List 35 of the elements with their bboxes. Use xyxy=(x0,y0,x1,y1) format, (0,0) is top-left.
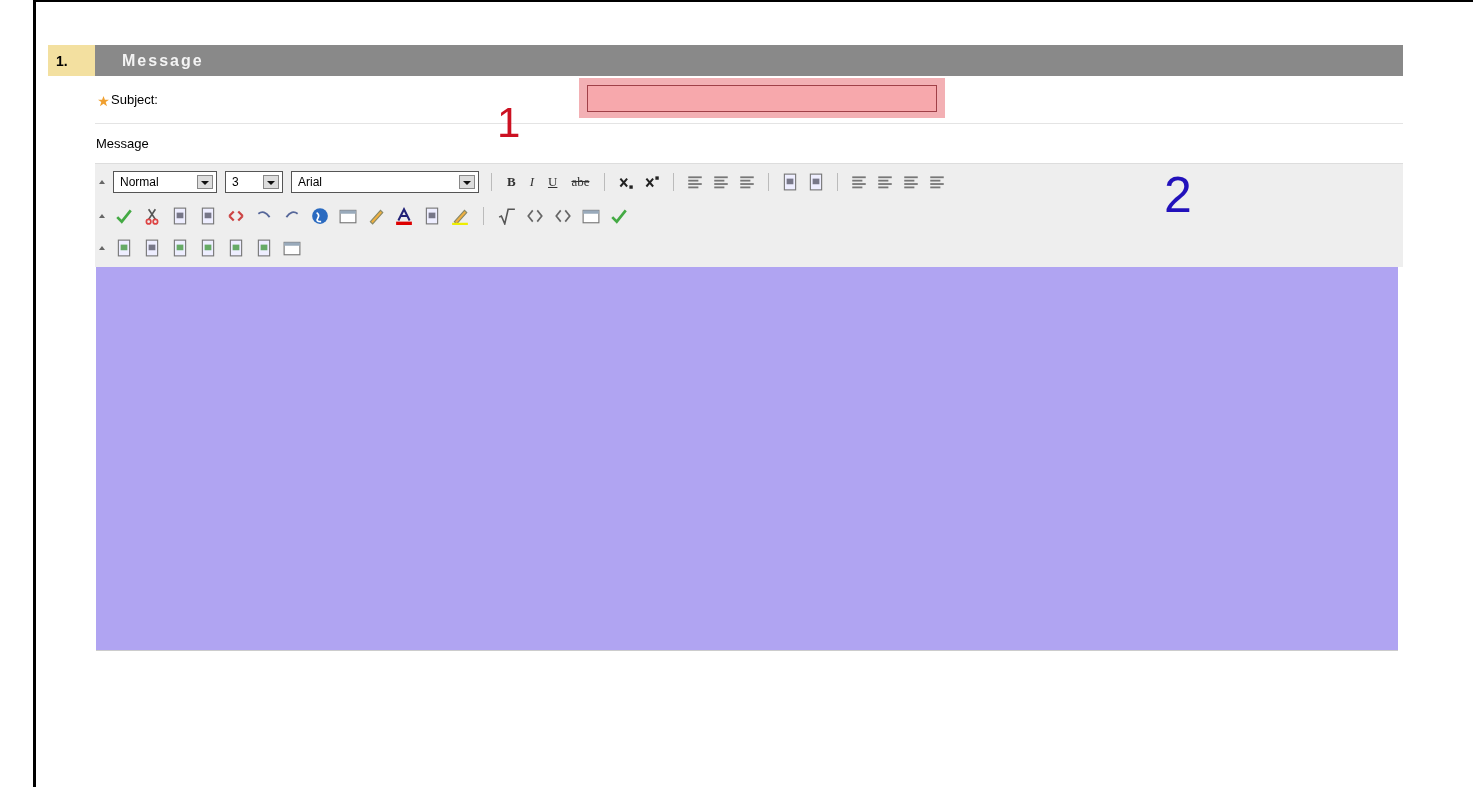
annotation-number: 1 xyxy=(497,102,521,144)
file-icon[interactable] xyxy=(255,239,273,257)
spellcheck-icon[interactable] xyxy=(115,207,133,225)
format-button[interactable]: I xyxy=(526,174,537,190)
section-title: Message xyxy=(95,45,1403,76)
file-icon[interactable] xyxy=(171,239,189,257)
square-root-icon[interactable] xyxy=(498,207,516,225)
subject-field[interactable] xyxy=(579,78,945,118)
globe-icon[interactable] xyxy=(311,207,329,225)
align-left-icon[interactable] xyxy=(686,173,705,191)
check-icon[interactable] xyxy=(610,207,628,225)
font-dropdown[interactable]: Arial xyxy=(291,171,479,193)
collapse-icon[interactable] xyxy=(99,214,105,218)
file-icon[interactable] xyxy=(115,239,133,257)
format-dropdown[interactable]: Normal xyxy=(113,171,217,193)
pencil-icon[interactable] xyxy=(367,207,385,225)
code-icon[interactable] xyxy=(554,207,572,225)
file-icon[interactable] xyxy=(199,239,217,257)
subject-label: Subject: xyxy=(111,92,158,107)
collapse-icon[interactable] xyxy=(99,246,105,250)
format-button[interactable]: B xyxy=(504,174,519,190)
annotation-number: 2 xyxy=(1164,170,1192,220)
highlighter-icon[interactable] xyxy=(451,207,469,225)
format-button[interactable]: U xyxy=(545,174,561,190)
align-right-icon[interactable] xyxy=(738,173,757,191)
section-number: 1. xyxy=(48,45,95,76)
window-icon[interactable] xyxy=(582,207,600,225)
font-color-icon[interactable] xyxy=(395,207,413,225)
format-button[interactable]: abe xyxy=(568,174,593,190)
size-dropdown[interactable]: 3 xyxy=(225,171,283,193)
scissors-icon[interactable] xyxy=(143,207,161,225)
file-icon[interactable] xyxy=(227,239,245,257)
message-label: Message xyxy=(95,135,150,153)
align-center-icon[interactable] xyxy=(712,173,731,191)
collapse-icon[interactable] xyxy=(99,180,105,184)
